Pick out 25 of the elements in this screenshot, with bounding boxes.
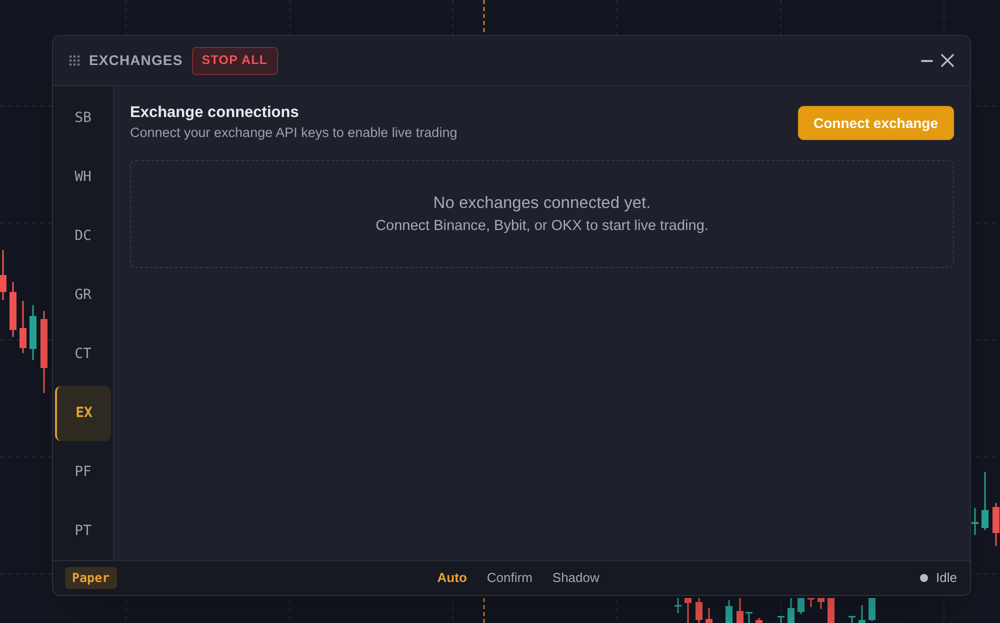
paper-mode-badge: Paper — [65, 567, 117, 589]
sidebar-tab[interactable]: PF — [55, 445, 111, 500]
crosshair-line — [483, 598, 485, 623]
sidebar-tab[interactable]: GR — [55, 268, 111, 323]
empty-state-message: Connect Binance, Bybit, or OKX to start live trading. — [376, 217, 708, 236]
sidebar-tab[interactable]: SB — [55, 91, 111, 146]
status-label: Idle — [936, 569, 957, 588]
stop-all-button[interactable]: STOP ALL — [192, 46, 278, 74]
section-subtitle: Connect your exchange API keys to enable live trading — [130, 124, 458, 142]
mode-tab[interactable]: Confirm — [486, 568, 532, 588]
mode-tab[interactable]: Shadow — [552, 568, 600, 588]
sidebar-tab[interactable]: WH — [55, 150, 111, 205]
sidebar-tab[interactable]: CT — [55, 327, 111, 382]
sidebar-tab[interactable]: EX — [55, 386, 111, 441]
empty-state-title: No exchanges connected yet. — [433, 193, 651, 214]
sidebar-tab[interactable]: PT — [55, 504, 111, 559]
section-heading: Exchange connections — [130, 103, 300, 123]
status-dot-icon — [920, 574, 928, 582]
drag-handle-icon[interactable] — [69, 55, 80, 66]
sidebar-tab[interactable]: DC — [55, 209, 111, 264]
minimize-icon[interactable] — [920, 60, 932, 62]
mode-tab[interactable]: Auto — [437, 568, 467, 588]
close-icon[interactable] — [941, 54, 954, 67]
crosshair-line — [483, 0, 485, 34]
panel-title: EXCHANGES — [89, 51, 183, 70]
